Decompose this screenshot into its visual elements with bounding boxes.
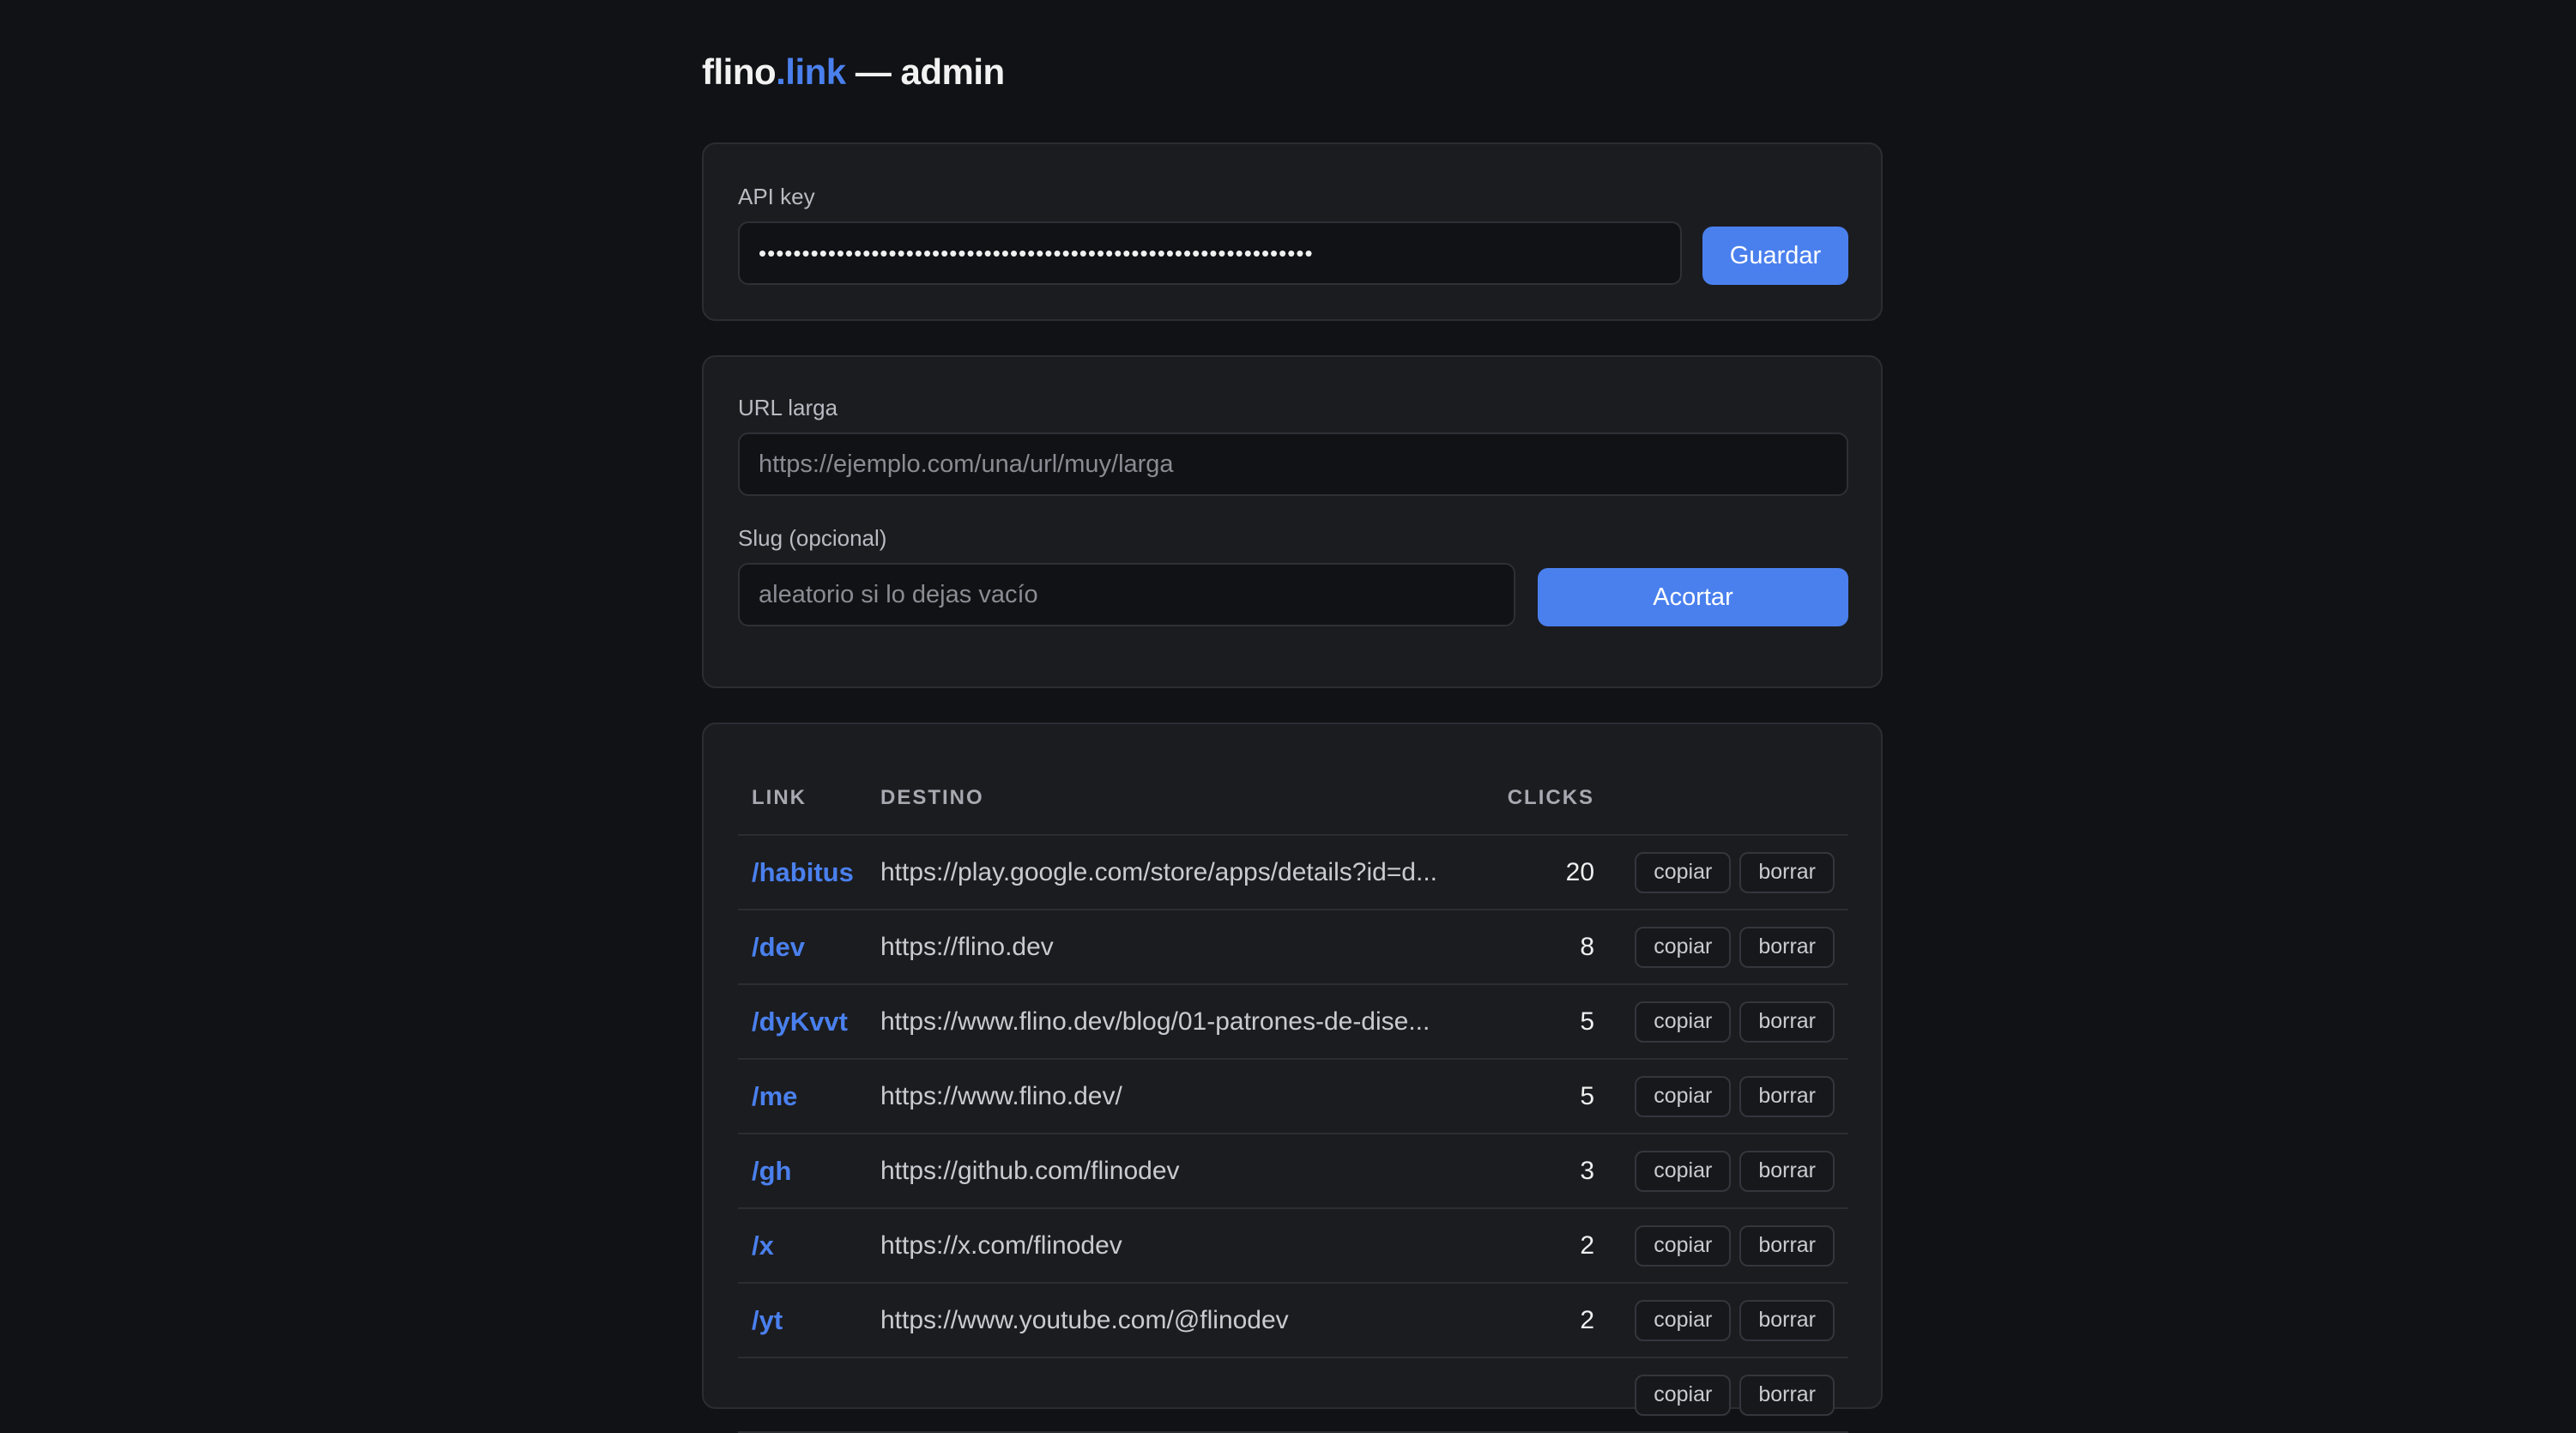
copy-button[interactable]: copiar: [1635, 1299, 1732, 1341]
admin-page: flino.link — admin API key •••••••••••••…: [702, 0, 1883, 1433]
delete-button[interactable]: borrar: [1739, 1299, 1835, 1341]
link-destination: https://play.google.com/store/apps/detai…: [880, 835, 1475, 910]
column-header-destino: DESTINO: [880, 762, 1475, 836]
brand-accent: .link: [776, 51, 846, 92]
link-slug[interactable]: /dev: [738, 910, 880, 985]
delete-button[interactable]: borrar: [1739, 926, 1835, 968]
delete-button[interactable]: borrar: [1739, 1150, 1835, 1192]
shorten-button[interactable]: Acortar: [1538, 568, 1848, 626]
url-input[interactable]: https://ejemplo.com/una/url/muy/larga: [738, 432, 1848, 496]
link-destination: https://github.com/flinodev: [880, 1134, 1475, 1209]
delete-button[interactable]: borrar: [1739, 851, 1835, 893]
copy-button[interactable]: copiar: [1635, 1075, 1732, 1117]
copy-button[interactable]: copiar: [1635, 1224, 1732, 1267]
copy-button[interactable]: copiar: [1635, 1374, 1732, 1416]
row-actions: copiar borrar: [1612, 910, 1848, 985]
table-header-row: LINK DESTINO CLICKS: [738, 762, 1848, 836]
link-clicks: 8: [1474, 910, 1612, 985]
link-destination: https://www.flino.dev/: [880, 1059, 1475, 1134]
api-key-card: API key ••••••••••••••••••••••••••••••••…: [702, 142, 1883, 321]
table-row: /dev https://flino.dev 8 copiar borrar: [738, 910, 1848, 985]
delete-button[interactable]: borrar: [1739, 1374, 1835, 1416]
links-card: LINK DESTINO CLICKS /habitus https://pla…: [702, 723, 1883, 1433]
table-row: /x https://x.com/flinodev 2 copiar borrar: [738, 1208, 1848, 1284]
copy-button[interactable]: copiar: [1635, 1001, 1732, 1043]
save-button[interactable]: Guardar: [1702, 227, 1848, 285]
row-actions: copiar borrar: [1612, 1134, 1848, 1209]
link-clicks: 20: [1474, 835, 1612, 910]
column-header-clicks: CLICKS: [1474, 762, 1612, 836]
page-title: flino.link — admin: [702, 0, 1883, 98]
row-actions: copiar borrar: [1612, 835, 1848, 910]
delete-button[interactable]: borrar: [1739, 1224, 1835, 1267]
delete-button[interactable]: borrar: [1739, 1075, 1835, 1117]
link-slug[interactable]: /dyKvvt: [738, 984, 880, 1060]
copy-button[interactable]: copiar: [1635, 1150, 1732, 1192]
link-destination: [880, 1357, 1475, 1433]
table-row: /gh https://github.com/flinodev 3 copiar…: [738, 1134, 1848, 1209]
link-slug[interactable]: /x: [738, 1208, 880, 1284]
slug-label: Slug (opcional): [738, 525, 887, 551]
row-actions: copiar borrar: [1612, 1059, 1848, 1134]
link-clicks: 3: [1474, 1134, 1612, 1209]
table-row: copiar borrar: [738, 1357, 1848, 1433]
table-row: /yt https://www.youtube.com/@flinodev 2 …: [738, 1283, 1848, 1358]
slug-input[interactable]: aleatorio si lo dejas vacío: [738, 563, 1515, 626]
link-slug[interactable]: [738, 1357, 880, 1433]
api-key-label: API key: [738, 184, 815, 209]
table-row: /me https://www.flino.dev/ 5 copiar borra…: [738, 1059, 1848, 1134]
table-row: /habitus https://play.google.com/store/a…: [738, 835, 1848, 910]
url-label: URL larga: [738, 395, 838, 420]
copy-button[interactable]: copiar: [1635, 851, 1732, 893]
row-actions: copiar borrar: [1612, 1357, 1848, 1433]
column-header-actions: [1612, 762, 1848, 836]
link-clicks: [1474, 1357, 1612, 1433]
brand-suffix: — admin: [845, 51, 1005, 92]
link-slug[interactable]: /gh: [738, 1134, 880, 1209]
link-slug[interactable]: /me: [738, 1059, 880, 1134]
table-row: /dyKvvt https://www.flino.dev/blog/01-pa…: [738, 984, 1848, 1060]
links-table: LINK DESTINO CLICKS /habitus https://pla…: [738, 762, 1848, 1433]
row-actions: copiar borrar: [1612, 1208, 1848, 1284]
link-slug[interactable]: /yt: [738, 1283, 880, 1358]
delete-button[interactable]: borrar: [1739, 1001, 1835, 1043]
row-actions: copiar borrar: [1612, 1283, 1848, 1358]
link-destination: https://x.com/flinodev: [880, 1208, 1475, 1284]
link-destination: https://www.youtube.com/@flinodev: [880, 1283, 1475, 1358]
column-header-link: LINK: [738, 762, 880, 836]
brand-name: flino: [702, 51, 777, 92]
link-clicks: 5: [1474, 1059, 1612, 1134]
link-clicks: 2: [1474, 1208, 1612, 1284]
link-slug[interactable]: /habitus: [738, 835, 880, 910]
api-key-input[interactable]: ••••••••••••••••••••••••••••••••••••••••…: [738, 221, 1682, 285]
link-destination: https://flino.dev: [880, 910, 1475, 985]
copy-button[interactable]: copiar: [1635, 926, 1732, 968]
link-clicks: 2: [1474, 1283, 1612, 1358]
shorten-card: URL larga https://ejemplo.com/una/url/mu…: [702, 355, 1883, 688]
link-clicks: 5: [1474, 984, 1612, 1060]
link-destination: https://www.flino.dev/blog/01-patrones-d…: [880, 984, 1475, 1060]
row-actions: copiar borrar: [1612, 984, 1848, 1060]
